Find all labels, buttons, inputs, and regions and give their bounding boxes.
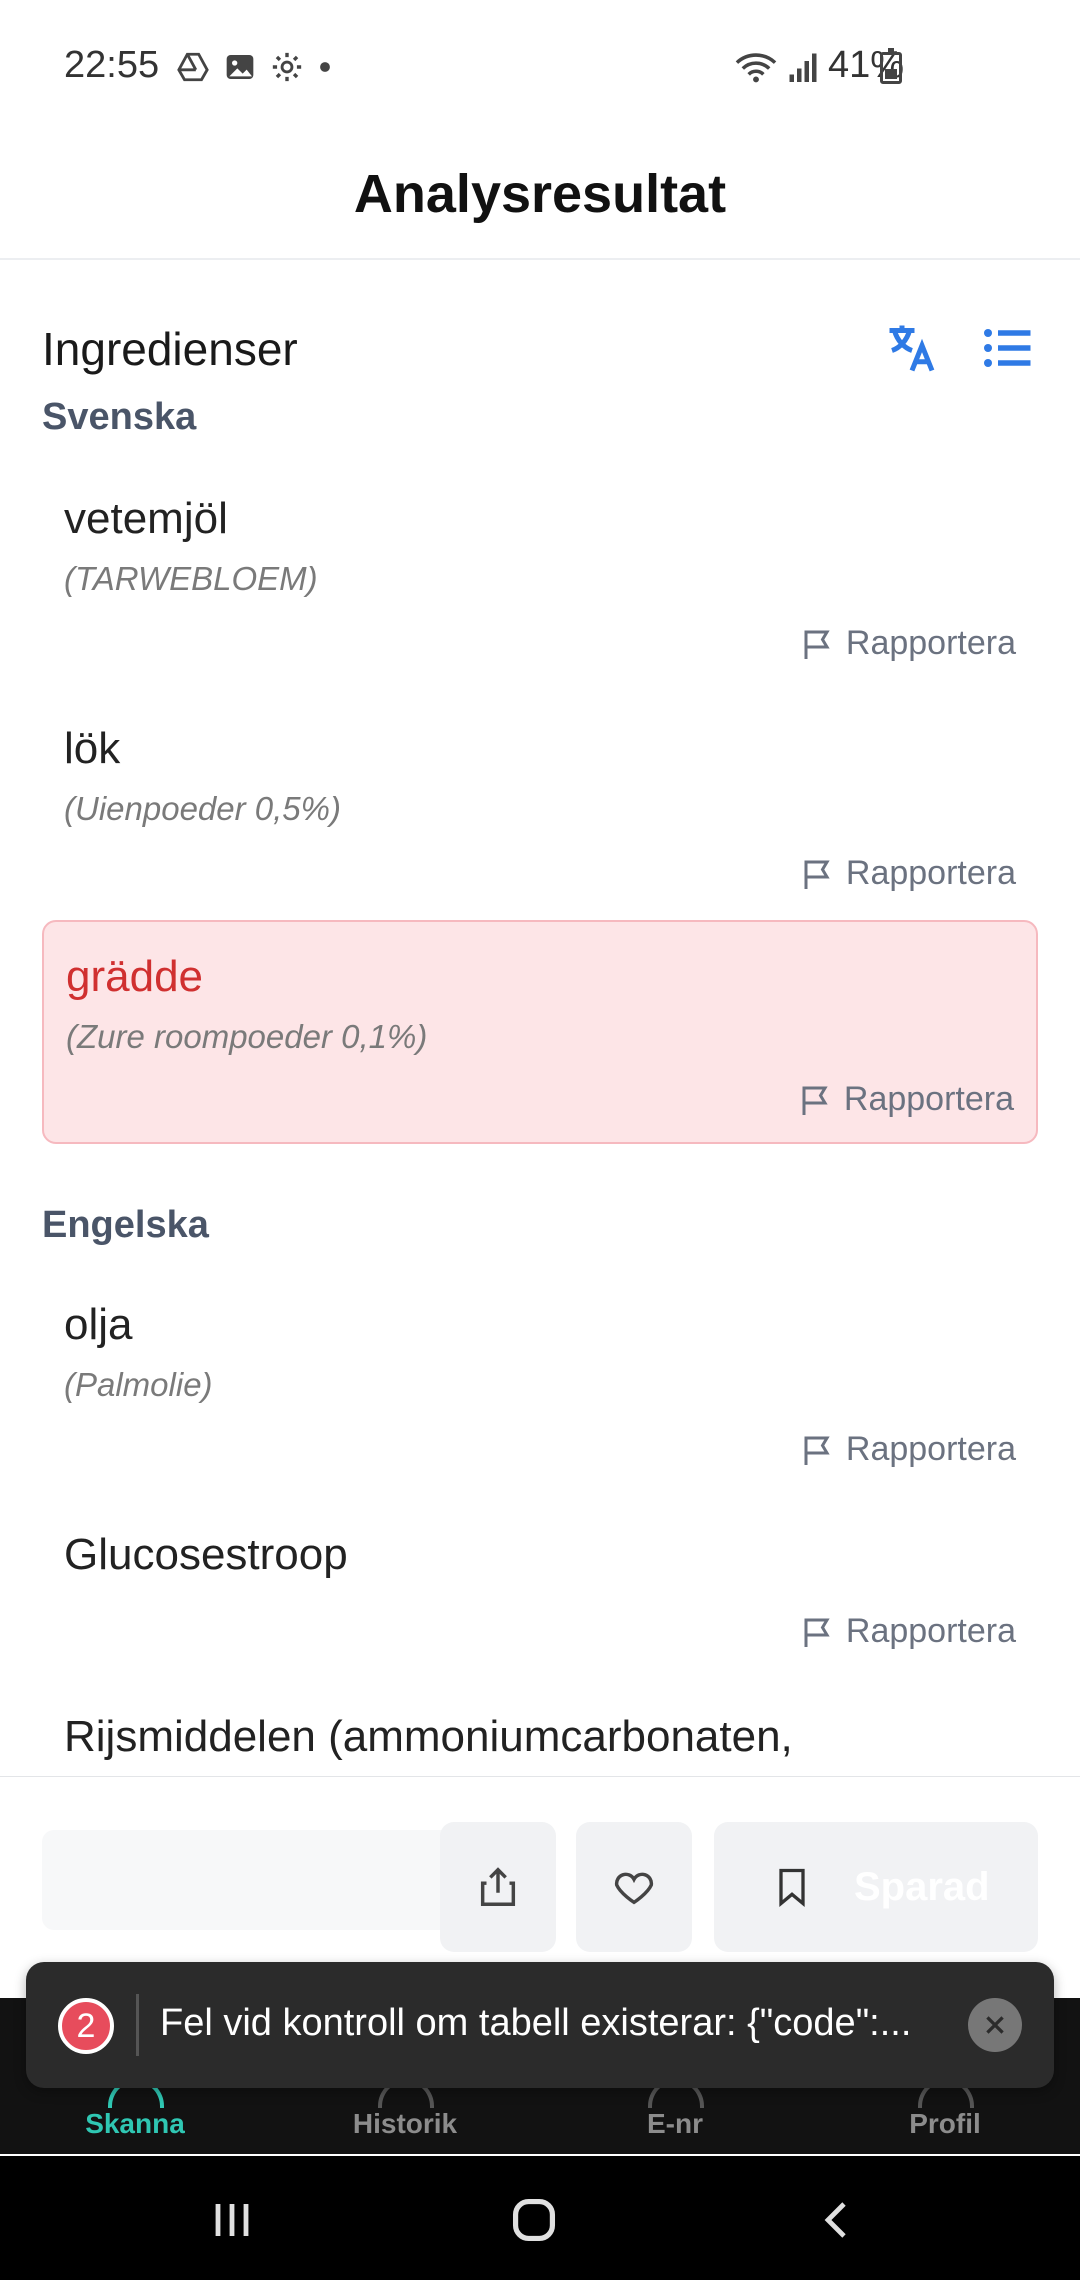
saved-button[interactable]: Sparad — [714, 1822, 1038, 1952]
flag-icon — [804, 630, 830, 659]
ingredient-name: olja — [64, 1300, 133, 1349]
app-header: Analysresultat — [0, 130, 1080, 260]
report-label: Rapportera — [845, 1612, 1016, 1650]
error-toast[interactable]: 2 Fel vid kontroll om tabell existerar: … — [26, 1962, 1054, 2088]
flag-icon — [804, 1618, 830, 1647]
flag-icon — [804, 860, 830, 889]
ingredient-name: Glucosestroop — [64, 1530, 348, 1579]
section-title: Ingredienser — [42, 323, 298, 375]
back-icon — [824, 2202, 846, 2238]
ingredient-original: (TARWEBLOEM) — [64, 560, 318, 597]
translate-icon[interactable] — [882, 318, 942, 378]
report-button[interactable]: Rapportera — [800, 1430, 1016, 1469]
status-notification-icons — [176, 50, 332, 84]
report-button[interactable]: Rapportera — [800, 1612, 1016, 1651]
report-label: Rapportera — [845, 854, 1016, 892]
share-button[interactable] — [440, 1822, 556, 1952]
status-bar: 22:55 41% — [0, 0, 1080, 130]
status-time: 22:55 — [64, 44, 160, 86]
ingredient-item[interactable]: olja (Palmolie) Rapportera — [42, 1282, 1038, 1492]
ingredient-item[interactable]: vetemjöl (TARWEBLOEM) Rapportera — [42, 476, 1038, 686]
language-label-engelska: Engelska — [42, 1204, 209, 1246]
ingredient-name: vetemjöl — [64, 494, 228, 543]
report-button[interactable]: Rapportera — [800, 624, 1016, 663]
action-input-area[interactable] — [42, 1830, 462, 1930]
image-icon — [226, 55, 254, 79]
nav-item-profil[interactable]: Profil — [845, 2108, 1045, 2140]
system-nav-bar — [0, 2156, 1080, 2280]
dot-icon — [320, 62, 330, 72]
ingredients-list[interactable]: Ingredienser Svenska vetemjöl (TARWEBLOE… — [0, 262, 1080, 1777]
battery-icon — [880, 48, 902, 84]
recents-button[interactable] — [202, 2190, 262, 2250]
ingredient-original: (Zure roompoeder 0,1%) — [66, 1018, 428, 1055]
ingredients-header: Ingredienser — [42, 310, 1038, 386]
nav-item-skanna[interactable]: Skanna — [35, 2108, 235, 2140]
ingredient-item[interactable]: Rijsmiddelen (ammoniumcarbonaten, — [42, 1694, 1038, 1777]
report-button[interactable]: Rapportera — [800, 854, 1016, 893]
drive-icon — [177, 52, 209, 82]
language-label-svenska: Svenska — [42, 396, 197, 438]
status-system-icons — [734, 50, 818, 84]
error-count-badge: 2 — [58, 1998, 114, 2054]
share-icon — [480, 1867, 516, 1906]
toast-message: Fel vid kontroll om tabell existerar: {"… — [160, 2002, 912, 2044]
nav-item-historik[interactable]: Historik — [305, 2108, 505, 2140]
ingredient-original: (Palmolie) — [64, 1366, 213, 1403]
report-button[interactable]: Rapportera — [798, 1080, 1014, 1119]
ingredient-original: (Uienpoeder 0,5%) — [64, 790, 341, 827]
content-divider — [0, 1776, 1080, 1777]
recents-icon — [215, 2204, 249, 2236]
flag-icon — [804, 1436, 830, 1465]
ingredient-name: lök — [64, 724, 121, 773]
toast-separator — [136, 1994, 139, 2056]
saved-label: Sparad — [854, 1864, 990, 1909]
ingredient-item[interactable]: lök (Uienpoeder 0,5%) Rapportera — [42, 706, 1038, 916]
ingredient-item[interactable]: Glucosestroop Rapportera — [42, 1512, 1038, 1688]
home-icon — [512, 2198, 556, 2242]
flag-icon — [802, 1086, 828, 1115]
settings-icon — [272, 52, 302, 82]
signal-icon — [789, 53, 817, 82]
page-title: Analysresultat — [353, 164, 727, 224]
nav-item-e-nr[interactable]: E-nr — [575, 2108, 775, 2140]
close-icon[interactable] — [968, 1998, 1022, 2052]
heart-icon — [614, 1872, 654, 1905]
report-label: Rapportera — [843, 1080, 1014, 1118]
ingredient-name: Rijsmiddelen (ammoniumcarbonaten, — [64, 1712, 793, 1761]
list-view-icon[interactable] — [978, 318, 1038, 378]
ingredient-item-warning[interactable]: grädde (Zure roompoeder 0,1%) Rapportera — [42, 920, 1038, 1144]
report-label: Rapportera — [845, 624, 1016, 662]
screen: 22:55 41% Analysresultat Ingredienser Sv… — [0, 0, 1080, 2280]
home-button[interactable] — [504, 2190, 564, 2250]
back-button[interactable] — [808, 2190, 868, 2250]
report-label: Rapportera — [845, 1430, 1016, 1468]
ingredient-name: grädde — [66, 952, 204, 1001]
bookmark-icon — [779, 1868, 805, 1908]
wifi-icon — [735, 53, 777, 83]
favorite-button[interactable] — [576, 1822, 692, 1952]
